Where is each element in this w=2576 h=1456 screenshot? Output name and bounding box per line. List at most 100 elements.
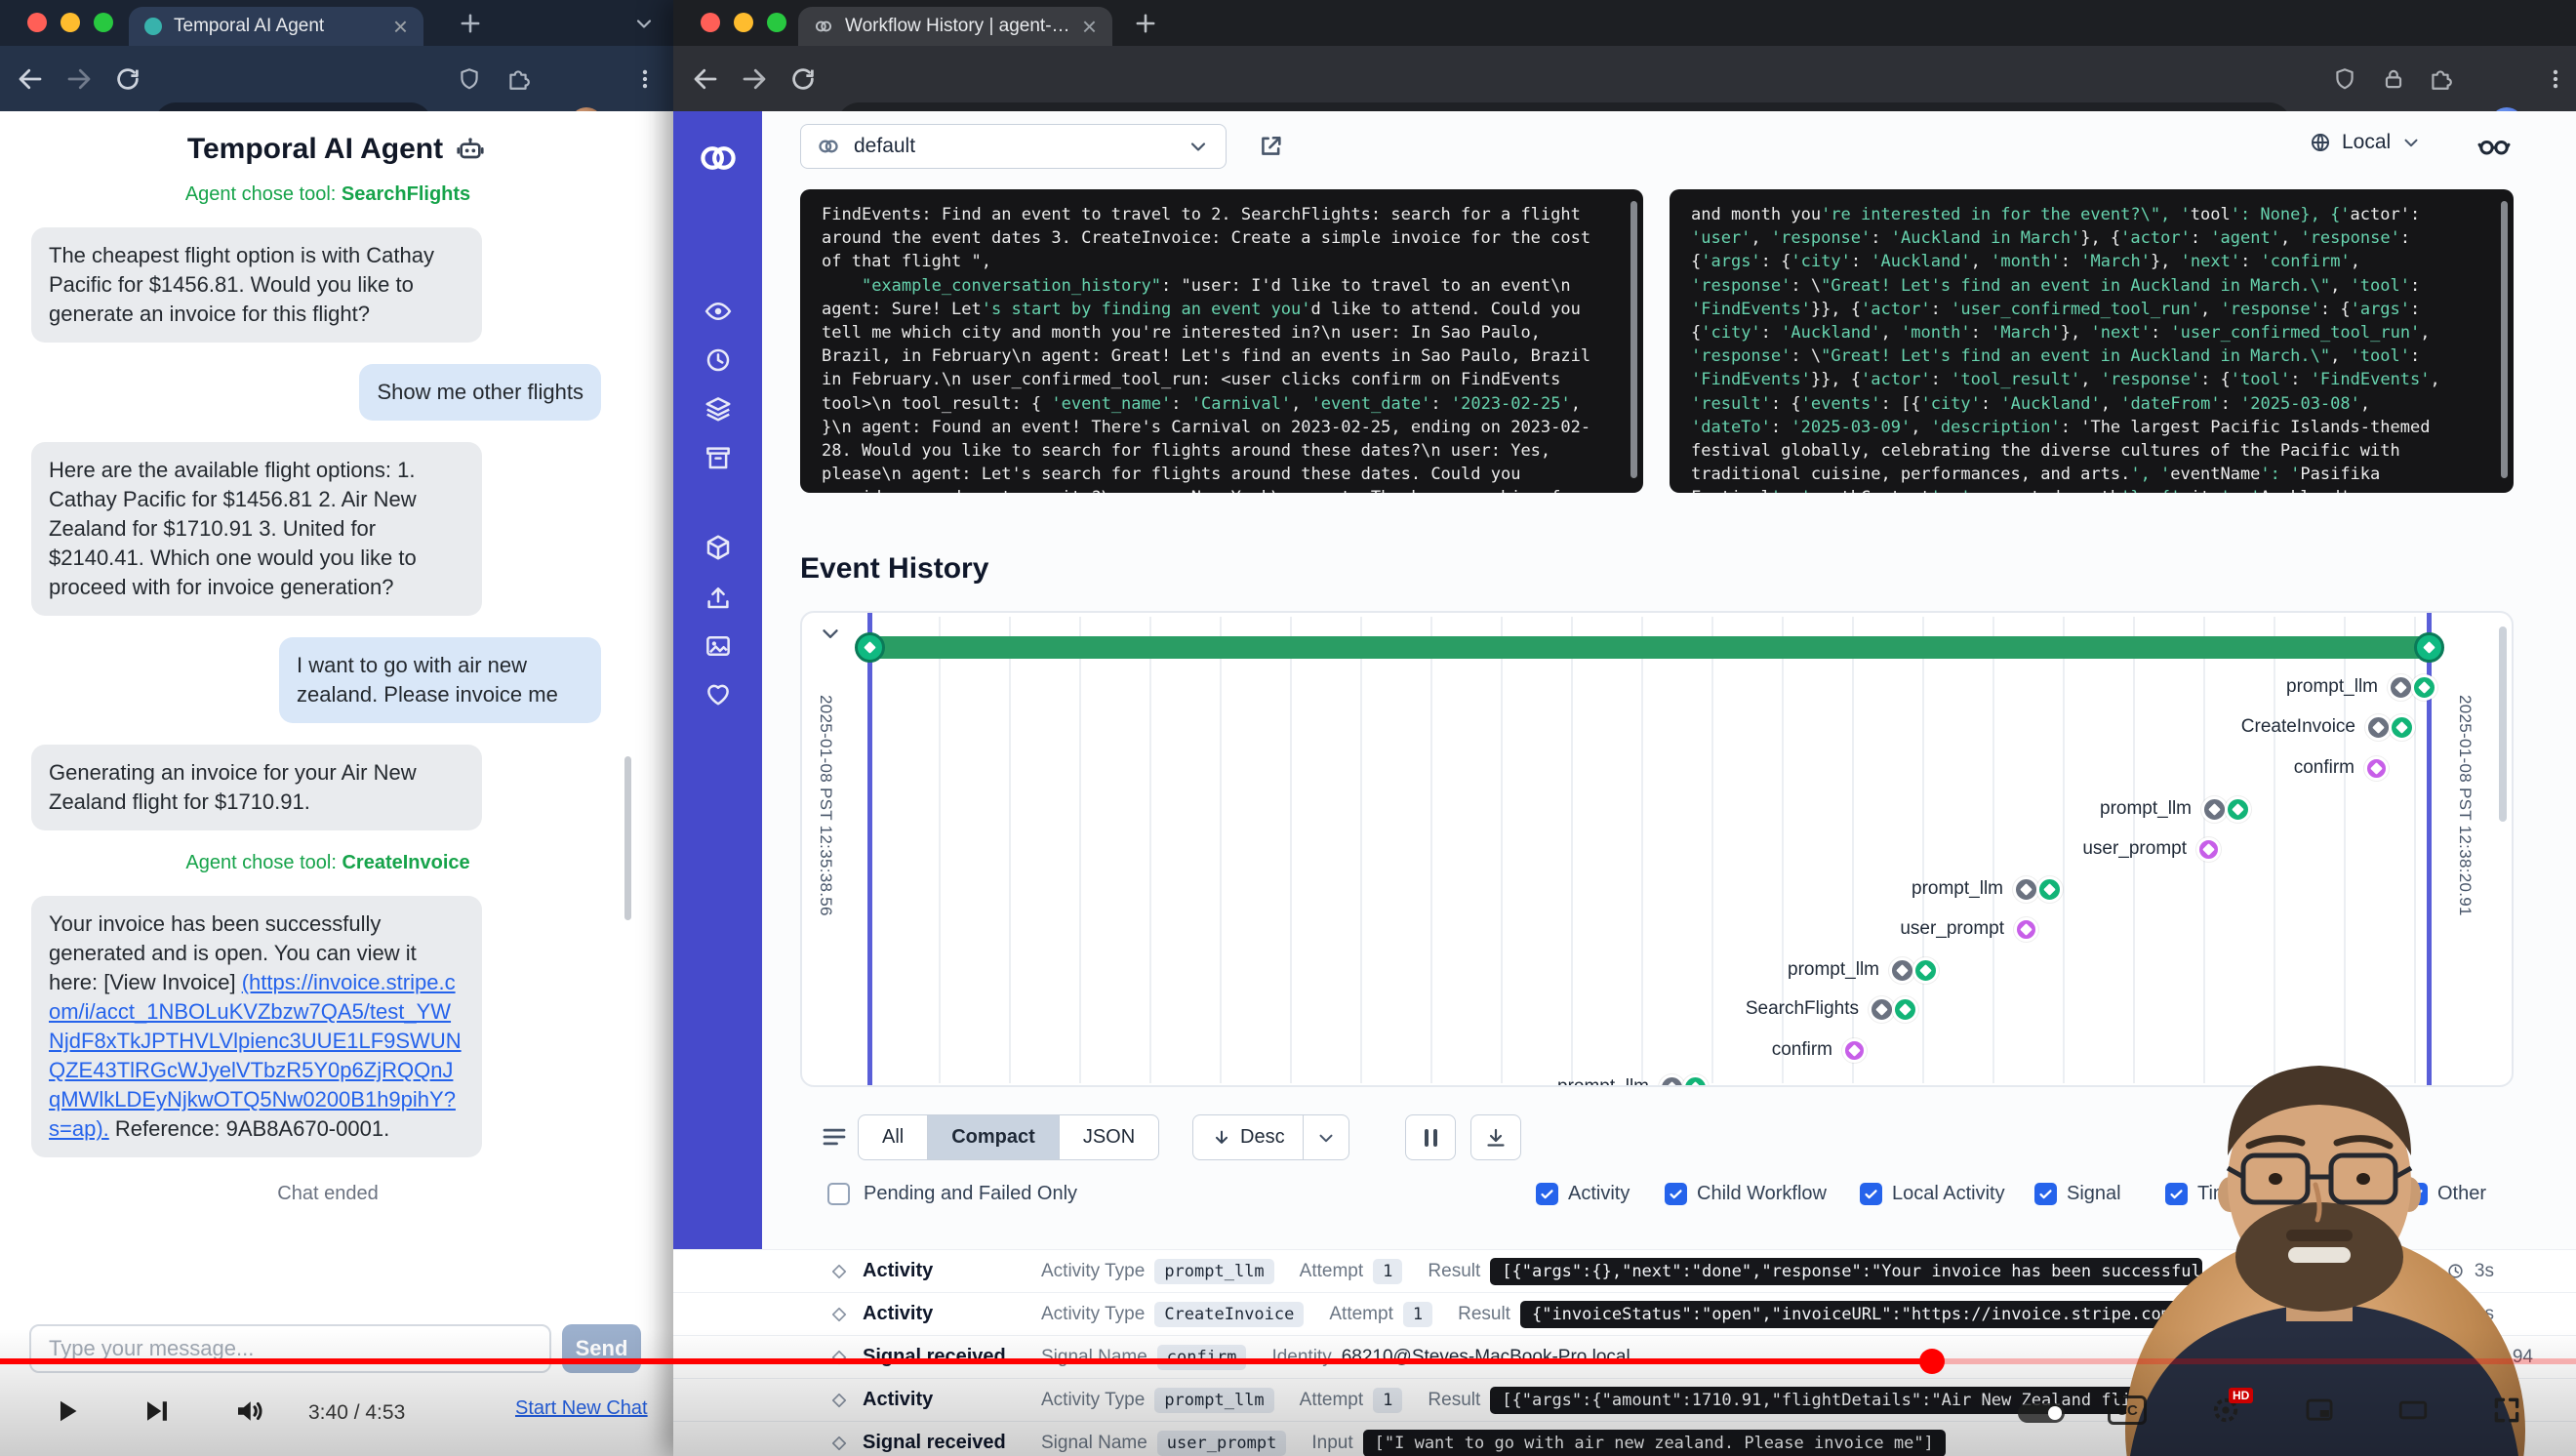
timeline-scrollbar[interactable]	[2499, 627, 2507, 822]
timeline-event-user-prompt[interactable]: user_prompt	[2082, 832, 2221, 866]
agent-message: Here are the available flight options: 1…	[31, 442, 482, 616]
progress-scrubber[interactable]	[1919, 1349, 1945, 1374]
timeline-event-confirm[interactable]: confirm	[2294, 751, 2389, 785]
temporal-diamond-glyph	[1896, 964, 1909, 977]
timeline-event-prompt-llm[interactable]: prompt_llm	[1912, 872, 2063, 906]
shield-extension-icon[interactable]	[2332, 66, 2357, 92]
timeline-event-createinvoice[interactable]: CreateInvoice	[2241, 710, 2415, 744]
timeline-event-label: prompt_llm	[1788, 959, 1879, 981]
sidebar-upload-icon[interactable]	[704, 583, 733, 612]
tab-title: Workflow History | agent-wor	[845, 16, 1070, 37]
play-icon[interactable]	[49, 1394, 84, 1429]
shield-extension-icon[interactable]	[457, 66, 482, 92]
message-input[interactable]	[29, 1324, 551, 1373]
view-tab-compact[interactable]: Compact	[927, 1115, 1059, 1159]
filter-activity[interactable]: Activity	[1536, 1183, 1630, 1205]
close-tab-icon[interactable]	[393, 17, 408, 36]
sort-dropdown-button[interactable]	[1303, 1115, 1348, 1159]
progress-played	[0, 1358, 1932, 1364]
captions-button[interactable]: CC	[2108, 1395, 2147, 1425]
sidebar-eye-icon[interactable]	[704, 297, 733, 326]
timeline-event-label: prompt_llm	[1912, 878, 2003, 900]
pause-button[interactable]	[1405, 1114, 1456, 1160]
tab-list-chevron-icon[interactable]	[632, 12, 656, 35]
timeline-event-prompt-llm[interactable]: prompt_llm	[1557, 1071, 1709, 1087]
new-tab-button[interactable]	[457, 10, 484, 37]
invoice-link[interactable]: (https://invoice.stripe.com/i/acct_1NBOL…	[49, 970, 462, 1141]
sidebar-temporal-logo-icon[interactable]	[697, 137, 740, 180]
activity-dot	[2365, 714, 2392, 741]
new-tab-button[interactable]	[1132, 10, 1159, 37]
rows-view-icon[interactable]	[820, 1122, 849, 1152]
open-in-new-icon[interactable]	[1257, 133, 1284, 160]
zoom-window-button[interactable]	[94, 13, 113, 32]
forward-icon[interactable]	[740, 64, 769, 94]
miniplayer-icon[interactable]	[2303, 1394, 2336, 1427]
checkbox-local-activity[interactable]	[1860, 1183, 1882, 1205]
password-extension-icon[interactable]	[2381, 66, 2406, 92]
right-navbar: localhost:8233/namespaces/default/workfl…	[673, 46, 2576, 111]
chat-scrollbar[interactable]	[624, 756, 631, 920]
timeline-event-label: user_prompt	[2082, 838, 2187, 860]
timeline-event-searchflights[interactable]: SearchFlights	[1746, 992, 1918, 1026]
filter-child-workflow[interactable]: Child Workflow	[1665, 1183, 1827, 1205]
view-tab-json[interactable]: JSON	[1059, 1115, 1158, 1159]
chevron-down-icon	[1315, 1127, 1337, 1149]
volume-icon[interactable]	[232, 1394, 267, 1429]
theater-mode-icon[interactable]	[2396, 1394, 2430, 1427]
sidebar-archive-icon[interactable]	[704, 443, 733, 472]
fullscreen-icon[interactable]	[2490, 1394, 2523, 1427]
browser-menu-icon[interactable]	[2543, 66, 2568, 92]
event-field-chip: confirm	[1157, 1345, 1247, 1370]
close-tab-icon[interactable]	[1082, 17, 1097, 36]
close-window-button[interactable]	[701, 13, 720, 32]
timeline-event-confirm[interactable]: confirm	[1772, 1033, 1867, 1067]
sidebar-heart-icon[interactable]	[704, 679, 733, 708]
timeline-event-prompt-llm[interactable]: prompt_llm	[2286, 670, 2437, 704]
sidebar-layers-icon[interactable]	[704, 394, 733, 424]
close-window-button[interactable]	[27, 13, 47, 32]
settings-button[interactable]: HD	[2209, 1394, 2242, 1427]
view-tab-all[interactable]: All	[859, 1115, 927, 1159]
checkbox-activity[interactable]	[1536, 1183, 1558, 1205]
activity-dot	[1682, 1074, 1709, 1088]
zoom-window-button[interactable]	[767, 13, 786, 32]
timeline-event-label: SearchFlights	[1746, 998, 1859, 1020]
minimize-window-button[interactable]	[734, 13, 753, 32]
event-field-chip: CreateInvoice	[1154, 1302, 1304, 1327]
code-scrollbar[interactable]	[2501, 201, 2508, 478]
browser-tab-temporal-agent[interactable]: Temporal AI Agent	[129, 7, 423, 46]
code-scrollbar[interactable]	[1630, 201, 1637, 478]
forward-icon[interactable]	[64, 64, 94, 94]
activity-dot	[2411, 674, 2437, 701]
sort-desc-button[interactable]: Desc	[1193, 1126, 1303, 1149]
browser-menu-icon[interactable]	[632, 66, 658, 92]
timeline-event-user-prompt[interactable]: user_prompt	[1900, 912, 2038, 946]
code-string-token: 'actor'	[1861, 300, 1931, 319]
download-history-button[interactable]	[1470, 1114, 1521, 1160]
filter-local-activity[interactable]: Local Activity	[1860, 1183, 2005, 1205]
sidebar-image-icon[interactable]	[704, 631, 733, 661]
extensions-puzzle-icon[interactable]	[2428, 66, 2453, 92]
send-button[interactable]: Send	[562, 1324, 641, 1373]
progress-bar[interactable]	[0, 1358, 2576, 1364]
checkbox-child-workflow[interactable]	[1665, 1183, 1687, 1205]
reload-icon[interactable]	[788, 64, 818, 94]
timeline-event-prompt-llm[interactable]: prompt_llm	[2100, 792, 2251, 826]
next-video-icon[interactable]	[139, 1394, 174, 1429]
labs-glasses-icon[interactable]	[2476, 128, 2512, 163]
timeline-event-prompt-llm[interactable]: prompt_llm	[1788, 953, 1939, 987]
back-icon[interactable]	[691, 64, 720, 94]
back-icon[interactable]	[16, 64, 45, 94]
sidebar-package-icon[interactable]	[704, 533, 733, 562]
minimize-window-button[interactable]	[60, 13, 80, 32]
autoplay-toggle[interactable]	[2018, 1403, 2065, 1423]
cluster-location-select[interactable]: Local	[2309, 131, 2422, 154]
browser-tab-workflow-history[interactable]: Workflow History | agent-wor	[798, 7, 1112, 46]
code-string-token: 'agent'	[2210, 228, 2280, 248]
reload-icon[interactable]	[113, 64, 142, 94]
timeline-event-label: confirm	[2294, 757, 2355, 779]
extensions-puzzle-icon[interactable]	[505, 66, 531, 92]
namespace-select[interactable]: default	[800, 124, 1227, 169]
sidebar-clock-icon[interactable]	[704, 345, 733, 375]
